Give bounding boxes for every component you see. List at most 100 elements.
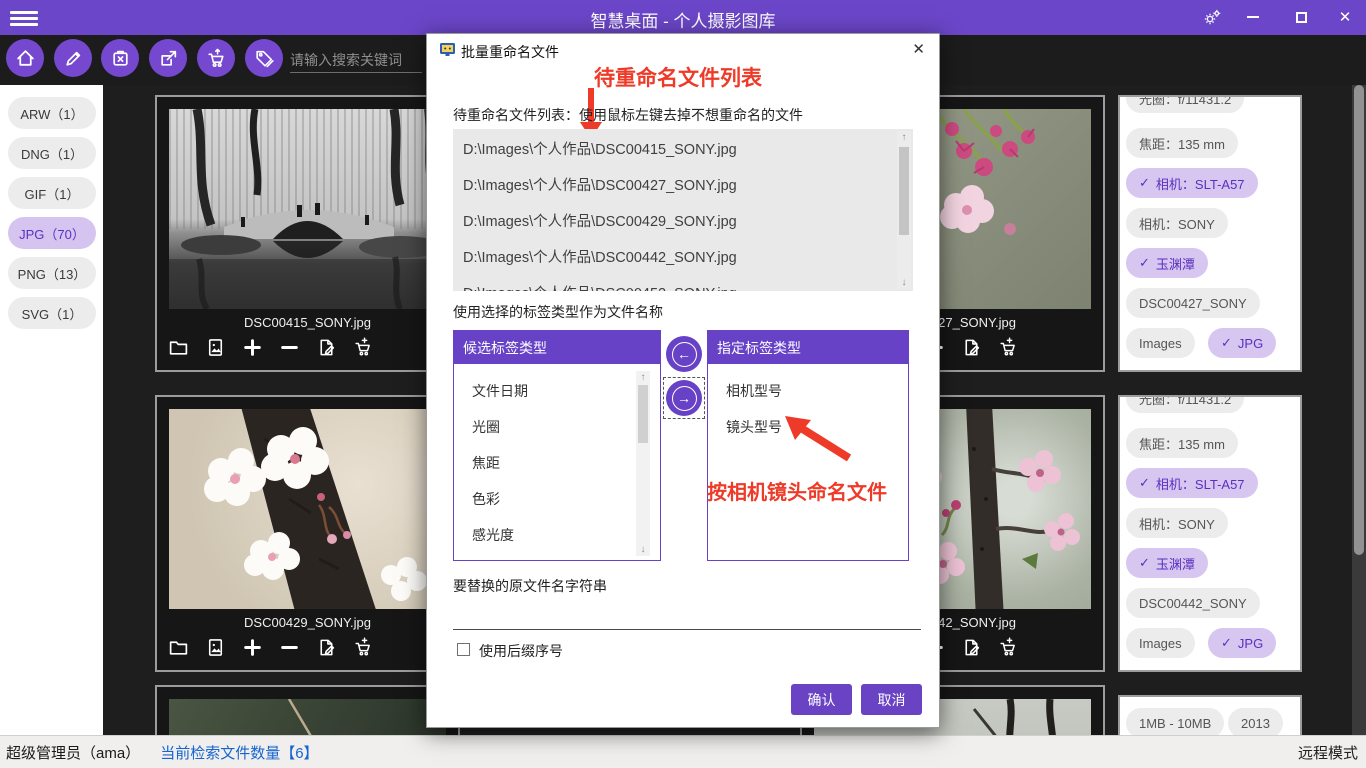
status-file-count[interactable]: 当前检索文件数量【6】 xyxy=(160,742,318,763)
add-to-cart-icon[interactable] xyxy=(352,635,374,659)
image-file-icon[interactable] xyxy=(204,635,226,659)
close-window-button[interactable]: ✕ xyxy=(1332,6,1358,28)
image-file-icon[interactable] xyxy=(204,335,226,359)
tag-pill-folder[interactable]: Images xyxy=(1126,328,1195,358)
replace-string-input[interactable] xyxy=(453,602,921,630)
file-list-item[interactable]: D:\Images\个人作品\DSC00442_SONY.jpg xyxy=(463,246,737,267)
sidebar-item-arw[interactable]: ARW（1） xyxy=(8,97,96,129)
tag-pill-camera-model[interactable]: ✓相机：SLT-A57 xyxy=(1126,168,1258,198)
tag-pill-focal[interactable]: 焦距：135 mm xyxy=(1126,428,1238,458)
bridge-photo-art xyxy=(169,109,446,309)
tag-pill-year[interactable]: 2013 xyxy=(1228,708,1283,735)
file-list-scrollbar[interactable]: ↑ ↓ xyxy=(897,131,911,289)
search-input[interactable] xyxy=(290,47,422,73)
assigned-item-camera-model[interactable]: 相机型号 xyxy=(726,381,782,401)
scroll-up-icon[interactable]: ↑ xyxy=(636,372,650,383)
confirm-button[interactable]: 确认 xyxy=(791,684,852,715)
settings-gear-icon[interactable] xyxy=(1200,6,1226,28)
file-list-item[interactable]: D:\Images\个人作品\DSC00415_SONY.jpg xyxy=(463,138,737,159)
dialog-close-button[interactable]: ✕ xyxy=(912,40,925,58)
status-remote-mode: 远程模式 xyxy=(1298,742,1358,763)
candidate-item-iso[interactable]: 感光度 xyxy=(472,525,514,545)
tag-pill-filename[interactable]: DSC00427_SONY xyxy=(1126,288,1260,318)
zoom-out-minus-icon[interactable] xyxy=(278,635,300,659)
sidebar-item-jpg[interactable]: JPG（70） xyxy=(8,217,96,249)
scroll-down-icon[interactable]: ↓ xyxy=(636,544,650,555)
minimize-button[interactable] xyxy=(1240,6,1266,28)
sidebar-item-dng[interactable]: DNG（1） xyxy=(8,137,96,169)
move-right-button[interactable]: → xyxy=(666,380,702,416)
suffix-number-checkbox[interactable] xyxy=(457,643,470,656)
tags-button[interactable] xyxy=(245,39,283,77)
rename-file-icon[interactable] xyxy=(315,635,337,659)
move-left-button[interactable]: ← xyxy=(666,336,702,372)
annotation-camera-lens: 按相机镜头命名文件 xyxy=(707,476,887,505)
rename-file-icon[interactable] xyxy=(960,635,982,659)
tag-pill-location[interactable]: ✓玉渊潭 xyxy=(1126,248,1208,278)
candidate-item-date[interactable]: 文件日期 xyxy=(472,381,528,401)
tag-pill-folder[interactable]: Images xyxy=(1126,628,1195,658)
delete-button[interactable] xyxy=(101,39,139,77)
tag-pill-location[interactable]: ✓玉渊潭 xyxy=(1126,548,1208,578)
tag-pill-camera-make[interactable]: 相机：SONY xyxy=(1126,508,1228,538)
file-list-item[interactable]: D:\Images\个人作品\DSC00452_SONY.jpg xyxy=(463,282,737,291)
rename-file-icon[interactable] xyxy=(315,335,337,359)
scrollbar-thumb[interactable] xyxy=(1354,85,1364,555)
scrollbar-thumb[interactable] xyxy=(899,147,909,235)
photo-card: DSC00429_SONY.jpg xyxy=(155,395,460,672)
tag-pill-aperture[interactable]: 光圈：f/11431.2 xyxy=(1126,395,1244,413)
zoom-in-plus-icon[interactable] xyxy=(241,335,263,359)
replace-string-label: 要替换的原文件名字符串 xyxy=(453,576,607,596)
add-to-cart-icon[interactable] xyxy=(997,335,1019,359)
rename-file-list: D:\Images\个人作品\DSC00415_SONY.jpg D:\Imag… xyxy=(453,129,913,291)
rename-file-icon[interactable] xyxy=(960,335,982,359)
candidate-item-color[interactable]: 色彩 xyxy=(472,489,500,509)
tag-pill-camera-make[interactable]: 相机：SONY xyxy=(1126,208,1228,238)
zoom-out-minus-icon[interactable] xyxy=(278,335,300,359)
edit-button[interactable] xyxy=(54,39,92,77)
zoom-in-plus-icon[interactable] xyxy=(241,635,263,659)
move-export-button[interactable] xyxy=(149,39,187,77)
candidate-item-aperture[interactable]: 光圈 xyxy=(472,417,500,437)
cancel-button[interactable]: 取消 xyxy=(861,684,922,715)
home-button[interactable] xyxy=(6,39,44,77)
photo-thumbnail-bridge[interactable] xyxy=(169,109,446,309)
scroll-up-icon[interactable]: ↑ xyxy=(897,132,911,143)
tag-pill-format[interactable]: ✓JPG xyxy=(1208,628,1276,658)
cart-upload-button[interactable] xyxy=(197,39,235,77)
candidate-item-focal[interactable]: 焦距 xyxy=(472,453,500,473)
suffix-checkbox-label: 使用后缀序号 xyxy=(479,641,563,661)
tag-pill-focal[interactable]: 焦距：135 mm xyxy=(1126,128,1238,158)
file-list-item[interactable]: D:\Images\个人作品\DSC00427_SONY.jpg xyxy=(463,174,737,195)
add-to-cart-icon[interactable] xyxy=(997,635,1019,659)
scrollbar-thumb[interactable] xyxy=(638,385,648,443)
maximize-button[interactable] xyxy=(1288,6,1314,28)
check-icon: ✓ xyxy=(1139,175,1150,191)
photo-card xyxy=(155,685,460,735)
card-action-row xyxy=(167,335,374,361)
tag-pill-filename[interactable]: DSC00442_SONY xyxy=(1126,588,1260,618)
photo-filename: DSC00415_SONY.jpg xyxy=(157,315,458,330)
tag-pill-format[interactable]: ✓JPG xyxy=(1208,328,1276,358)
open-folder-icon[interactable] xyxy=(167,635,189,659)
assigned-item-lens-model[interactable]: 镜头型号 xyxy=(726,417,782,437)
sidebar-item-gif[interactable]: GIF（1） xyxy=(8,177,96,209)
sidebar-item-svg[interactable]: SVG（1） xyxy=(8,297,96,329)
sidebar-item-png[interactable]: PNG（13） xyxy=(8,257,96,289)
blossom-photo-art xyxy=(169,409,446,609)
check-icon: ✓ xyxy=(1221,335,1232,351)
file-list-item[interactable]: D:\Images\个人作品\DSC00429_SONY.jpg xyxy=(463,210,737,231)
add-to-cart-icon[interactable] xyxy=(352,335,374,359)
scroll-down-icon[interactable]: ↓ xyxy=(897,277,911,288)
tag-pill-size[interactable]: 1MB - 10MB xyxy=(1126,708,1224,735)
open-folder-icon[interactable] xyxy=(167,335,189,359)
tag-pill-camera-model[interactable]: ✓相机：SLT-A57 xyxy=(1126,468,1258,498)
photo-thumbnail-blossom-white[interactable] xyxy=(169,409,446,609)
candidate-list-scrollbar[interactable]: ↑ ↓ xyxy=(636,371,650,556)
tag-pill-aperture[interactable]: 光圈：f/11431.2 xyxy=(1126,95,1244,113)
vertical-scrollbar[interactable] xyxy=(1352,85,1366,735)
photo-thumbnail-twig-dark[interactable] xyxy=(169,699,446,735)
photo-filename: DSC00429_SONY.jpg xyxy=(157,615,458,630)
cart-up-icon xyxy=(206,48,227,69)
arrow-right-icon: → xyxy=(672,386,697,411)
